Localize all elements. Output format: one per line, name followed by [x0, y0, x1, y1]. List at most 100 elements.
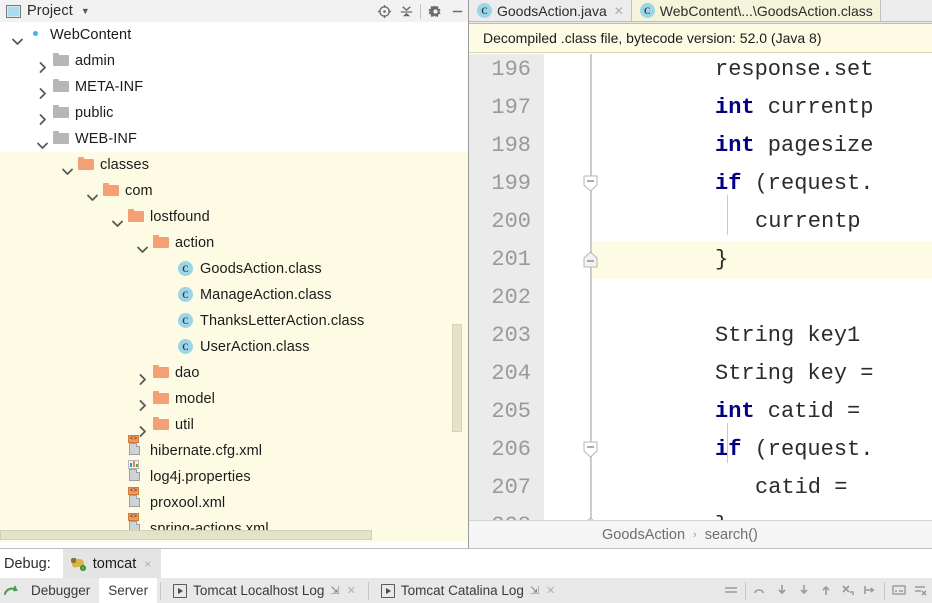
close-icon[interactable]: ✕	[614, 5, 624, 17]
tree-row[interactable]: <> proxool.xml	[0, 487, 468, 516]
run-to-cursor-icon[interactable]	[859, 578, 881, 603]
close-icon[interactable]: ✕	[546, 584, 555, 597]
tree-row[interactable]: log4j.properties	[0, 460, 468, 490]
tree-row[interactable]: model	[0, 386, 468, 412]
debug-session-tab-tomcat[interactable]: tomcat ×	[62, 549, 162, 578]
editor-tab-bar: C GoodsAction.java ✕ C WebContent\...\GoodsA…	[469, 0, 932, 21]
tree-row[interactable]: com	[0, 178, 468, 204]
module-icon	[28, 27, 44, 43]
chevron-down-icon[interactable]	[137, 238, 148, 253]
minimize-icon[interactable]	[446, 1, 468, 21]
close-icon[interactable]: ×	[144, 557, 151, 571]
breadcrumb[interactable]: GoodsAction › search()	[469, 520, 932, 548]
chevron-right-icon[interactable]	[137, 394, 148, 411]
editor-tab[interactable]: C GoodsAction.java ✕	[469, 0, 632, 21]
collapse-all-icon[interactable]	[395, 1, 417, 21]
debug-tool-tab-label: Server	[108, 583, 149, 598]
drop-frame-icon[interactable]	[837, 578, 859, 603]
tree-row[interactable]: C GoodsAction.class	[0, 256, 468, 282]
code-line[interactable]: }	[715, 507, 728, 520]
tree-row-label: log4j.properties	[150, 469, 251, 485]
fold-gutter[interactable]	[544, 54, 598, 520]
line-number: 206	[491, 437, 531, 462]
tree-row[interactable]: C ManageAction.class	[0, 282, 468, 308]
chevron-down-icon[interactable]	[112, 212, 123, 227]
tree-row[interactable]: util	[0, 412, 468, 438]
code-line[interactable]: if (request.	[715, 165, 873, 203]
chevron-down-icon[interactable]	[37, 134, 48, 149]
tree-vertical-scrollbar[interactable]	[452, 324, 462, 432]
code-line-text: catid =	[754, 399, 874, 424]
code-line[interactable]: catid =	[755, 469, 861, 507]
code-line[interactable]: int currentp	[715, 89, 873, 127]
tree-row[interactable]: lostfound	[0, 204, 468, 230]
chevron-down-icon[interactable]	[62, 160, 73, 175]
tree-row[interactable]: WEB-INF	[0, 126, 468, 152]
tree-horizontal-scrollbar[interactable]	[0, 530, 372, 540]
chevron-right-icon[interactable]	[137, 420, 148, 437]
breadcrumb-item[interactable]: GoodsAction	[602, 527, 685, 543]
code-text-layer[interactable]: response.set int currentp int pagesize if (…	[592, 54, 932, 520]
code-line-text: pagesize	[754, 133, 874, 158]
editor-tab[interactable]: C WebContent\...\GoodsAction.class	[631, 0, 881, 21]
line-number: 200	[491, 209, 531, 234]
chevron-right-icon[interactable]	[137, 368, 148, 385]
code-line[interactable]: currentp	[755, 203, 861, 241]
tree-row[interactable]: dao	[0, 360, 468, 386]
debug-tool-tab[interactable]: Server	[99, 578, 158, 603]
pin-tab-icon[interactable]: ⇲	[530, 584, 539, 597]
code-line[interactable]: int pagesize	[715, 127, 873, 165]
editor-tab-label: GoodsAction.java	[497, 2, 607, 19]
tree-row[interactable]: public	[0, 100, 468, 126]
gear-icon[interactable]	[424, 1, 446, 21]
chevron-down-icon[interactable]	[12, 30, 23, 45]
chevron-down-icon[interactable]	[87, 186, 98, 201]
code-line[interactable]: String key1	[715, 317, 860, 355]
code-line[interactable]: if (request.	[715, 431, 873, 469]
line-number: 208	[469, 507, 531, 520]
mute-breakpoints-icon[interactable]	[910, 578, 932, 603]
tree-row-label: META-INF	[75, 79, 144, 95]
line-number-gutter[interactable]: 196 197 198 199 200 201 202 203 204 205 206 207 208	[469, 54, 544, 520]
force-step-into-icon[interactable]	[793, 578, 815, 603]
chevron-down-icon[interactable]: ▼	[81, 6, 90, 16]
step-out-icon[interactable]	[815, 578, 837, 603]
code-viewport[interactable]: 196197198199200201202203204205206207208 …	[469, 54, 932, 520]
tree-row[interactable]: META-INF	[0, 74, 468, 100]
editor-area: C GoodsAction.java ✕ C WebContent\...\GoodsA…	[468, 0, 932, 548]
rerun-icon[interactable]	[0, 578, 22, 603]
tree-row[interactable]: action	[0, 230, 468, 256]
tree-row[interactable]: classes	[0, 152, 468, 178]
tree-row[interactable]: C ThanksLetterAction.class	[0, 308, 468, 334]
step-over-icon[interactable]	[749, 578, 771, 603]
step-into-icon[interactable]	[771, 578, 793, 603]
chevron-right-icon[interactable]	[37, 56, 48, 73]
pin-tab-icon[interactable]: ⇲	[330, 584, 339, 597]
toolbar-divider	[884, 581, 885, 600]
folder-icon	[128, 209, 144, 225]
breadcrumb-item[interactable]: search()	[705, 527, 758, 543]
project-tree[interactable]: WebContent admin META-INF public WEB-INF clas…	[0, 22, 468, 548]
tree-row[interactable]: WebContent	[0, 22, 468, 48]
close-icon[interactable]: ✕	[347, 584, 356, 597]
project-panel-header: Project ▼	[0, 0, 468, 23]
code-line[interactable]: response.set	[715, 54, 873, 89]
xml-file-icon: <>	[128, 487, 144, 511]
debug-session-name: tomcat	[92, 555, 137, 572]
debug-tool-tab[interactable]: Tomcat Catalina Log ⇲ ✕	[372, 578, 565, 603]
debug-tool-tab[interactable]: Tomcat Localhost Log ⇲ ✕	[164, 578, 365, 603]
locate-in-tree-icon[interactable]	[373, 1, 395, 21]
line-number: 197	[491, 95, 531, 120]
chevron-right-icon[interactable]	[37, 82, 48, 99]
tree-row[interactable]: <> hibernate.cfg.xml	[0, 435, 468, 464]
chevron-right-icon[interactable]	[37, 108, 48, 125]
evaluate-icon[interactable]	[888, 578, 910, 603]
code-line[interactable]: String key =	[715, 355, 873, 393]
tree-row-label: UserAction.class	[200, 339, 310, 355]
tree-row[interactable]: admin	[0, 48, 468, 74]
debug-tool-tab[interactable]: Debugger	[22, 578, 99, 603]
code-line[interactable]: int catid =	[715, 393, 873, 431]
tree-row[interactable]: C UserAction.class	[0, 334, 468, 360]
menu-icon[interactable]	[720, 578, 742, 603]
code-line[interactable]: }	[715, 241, 728, 279]
